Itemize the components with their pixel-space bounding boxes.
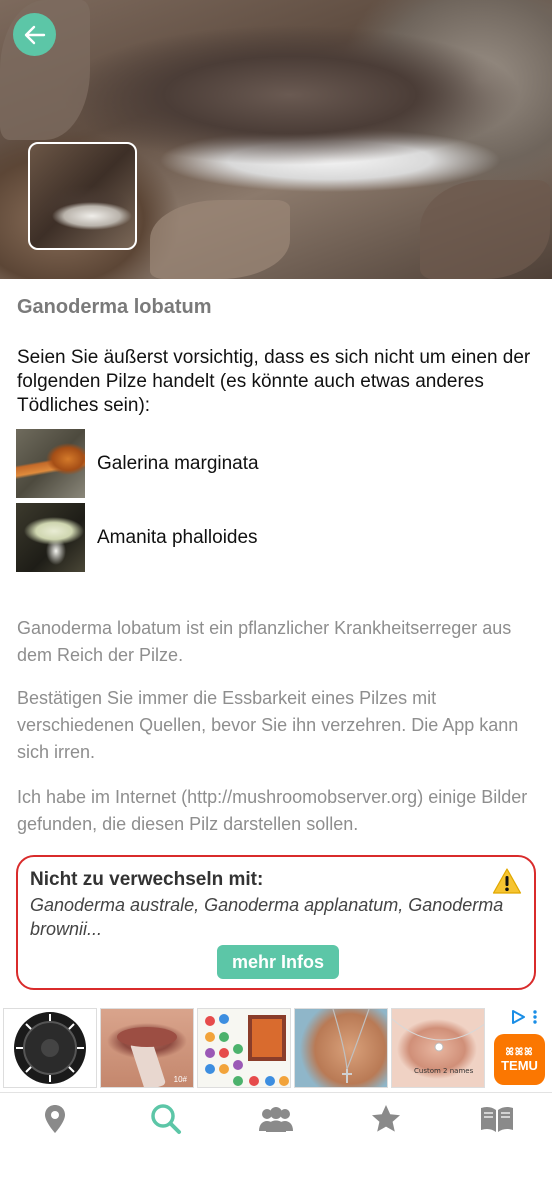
hero-mushroom-photo xyxy=(0,0,552,279)
lookalike-name: Galerina marginata xyxy=(97,452,259,474)
ad-caption: 10# xyxy=(173,1075,187,1084)
adchoices-icon xyxy=(512,1010,525,1024)
mushroom-name: Ganoderma lobatum xyxy=(17,296,212,318)
lookalike-item-amanita[interactable]: Amanita phalloides xyxy=(16,503,536,572)
tab-community[interactable] xyxy=(246,1097,306,1141)
book-icon xyxy=(480,1106,513,1132)
necklace-image xyxy=(332,1009,370,1083)
star-icon xyxy=(372,1104,401,1132)
lookalike-image xyxy=(16,429,85,498)
more-info-button[interactable]: mehr Infos xyxy=(217,945,339,979)
ad-banner: 10# Custom 2 names ꕤꕤꕤ TEMU xyxy=(0,1004,552,1092)
secondary-photo-thumbnail[interactable] xyxy=(28,142,137,250)
finger-necklace-ad[interactable]: Custom 2 names xyxy=(391,1008,485,1088)
disclaimer-paragraph: Bestätigen Sie immer die Essbarkeit eine… xyxy=(17,688,519,762)
tab-encyclopedia[interactable] xyxy=(467,1097,527,1141)
confusion-title: Nicht zu verwechseln mit: xyxy=(30,869,264,890)
description-paragraph: Ganoderma lobatum ist ein pflanzlicher K… xyxy=(17,618,512,665)
sticker-sheet-image xyxy=(205,1014,289,1086)
lipstick-product-ad[interactable]: 10# xyxy=(100,1008,194,1088)
necklace-ad[interactable] xyxy=(294,1008,388,1088)
background-leaf xyxy=(150,200,290,279)
ad-caption: Custom 2 names xyxy=(414,1067,474,1075)
confusion-species: Ganoderma australe, Ganoderma applanatum… xyxy=(30,895,504,939)
temu-logo-text: TEMU xyxy=(501,1057,538,1073)
search-icon xyxy=(150,1103,181,1134)
sticker-sheet-ad[interactable] xyxy=(197,1008,291,1088)
wheel-product-image xyxy=(14,1012,86,1084)
back-button[interactable] xyxy=(13,13,56,56)
more-vertical-icon xyxy=(533,1010,537,1024)
background-leaf xyxy=(420,180,550,279)
lookalike-name: Amanita phalloides xyxy=(97,526,258,548)
lookalike-image xyxy=(16,503,85,572)
tab-favorites[interactable] xyxy=(356,1097,416,1141)
community-icon xyxy=(258,1106,293,1132)
not-to-confuse-box: Nicht zu verwechseln mit: Ganoderma aust… xyxy=(16,855,536,990)
map-pin-icon xyxy=(45,1104,66,1133)
tab-search[interactable] xyxy=(136,1097,196,1141)
source-paragraph: Ich habe im Internet (http://mushroomobs… xyxy=(17,787,528,834)
ad-choices[interactable] xyxy=(510,1008,548,1026)
lookalike-warning-text: Seien Sie äußerst vorsichtig, dass es si… xyxy=(17,347,531,416)
arrow-left-icon xyxy=(24,25,45,44)
pendant-image xyxy=(392,1018,484,1052)
warning-triangle-icon xyxy=(492,868,522,894)
temu-logo[interactable]: ꕤꕤꕤ TEMU xyxy=(494,1034,545,1085)
lookalike-item-galerina[interactable]: Galerina marginata xyxy=(16,429,536,498)
tab-map[interactable] xyxy=(25,1097,85,1141)
bottom-tab-bar xyxy=(0,1092,552,1144)
wheel-product-ad[interactable] xyxy=(3,1008,97,1088)
temu-logo-glyphs: ꕤꕤꕤ xyxy=(505,1046,534,1058)
